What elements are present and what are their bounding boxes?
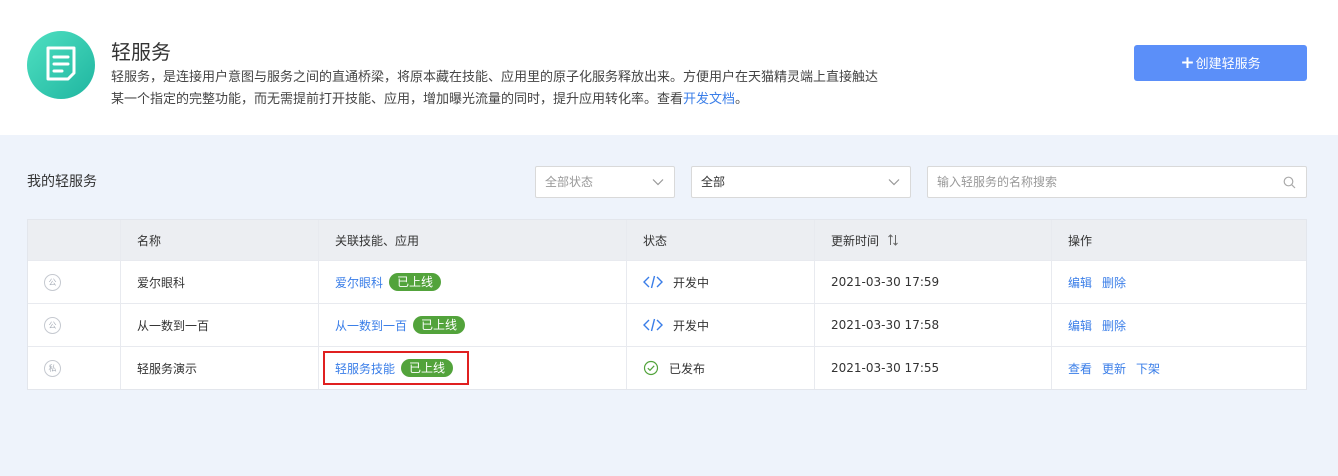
highlighted-linked-group: 轻服务技能 已上线 xyxy=(335,359,454,377)
table-row: 公 爱尔眼科 爱尔眼科 已上线 开发中 2021-03-30 17:59 编辑 … xyxy=(28,260,1306,303)
column-header-actions: 操作 xyxy=(1051,220,1308,260)
chevron-down-icon xyxy=(888,179,900,186)
type-cell: 私 xyxy=(28,347,120,389)
name-cell: 轻服务演示 xyxy=(120,347,318,389)
linked-skill-link[interactable]: 从一数到一百 xyxy=(335,317,407,334)
delete-button[interactable]: 删除 xyxy=(1102,274,1126,291)
linked-skill-link[interactable]: 爱尔眼科 xyxy=(335,274,383,291)
status-filter-value: 全部状态 xyxy=(545,175,594,189)
actions-cell: 查看 更新 下架 xyxy=(1051,347,1308,389)
column-header-updated[interactable]: 更新时间 xyxy=(814,220,1051,260)
edit-button[interactable]: 编辑 xyxy=(1068,317,1092,334)
column-header-linked: 关联技能、应用 xyxy=(318,220,626,260)
public-type-icon: 公 xyxy=(44,316,61,334)
description-suffix: 。 xyxy=(735,92,749,107)
plus-icon: + xyxy=(1180,53,1195,73)
name-cell: 爱尔眼科 xyxy=(120,261,318,303)
delete-button[interactable]: 删除 xyxy=(1102,317,1126,334)
name-cell: 从一数到一百 xyxy=(120,304,318,346)
page-description: 轻服务，是连接用户意图与服务之间的直通桥梁，将原本藏在技能、应用里的原子化服务释… xyxy=(111,67,971,111)
table-header-row: 名称 关联技能、应用 状态 更新时间 操作 xyxy=(28,220,1306,260)
status-cell: 开发中 xyxy=(626,304,814,346)
linked-skill-link[interactable]: 轻服务技能 xyxy=(335,360,395,377)
search-box xyxy=(927,166,1307,198)
page-header: 轻服务 轻服务，是连接用户意图与服务之间的直通桥梁，将原本藏在技能、应用里的原子… xyxy=(0,0,1338,135)
linked-cell: 从一数到一百 已上线 xyxy=(318,304,626,346)
check-circle-icon xyxy=(643,360,659,376)
actions-cell: 编辑 删除 xyxy=(1051,304,1308,346)
create-button-label: 创建轻服务 xyxy=(1195,57,1261,72)
table-row: 私 轻服务演示 轻服务技能 已上线 已发布 2021-03-30 17:55 查… xyxy=(28,346,1306,389)
column-header-type xyxy=(28,220,120,260)
linked-cell: 轻服务技能 已上线 xyxy=(318,347,626,389)
status-text: 开发中 xyxy=(673,318,710,333)
status-cell: 已发布 xyxy=(626,347,814,389)
type-filter-value: 全部 xyxy=(701,175,726,189)
edit-button[interactable]: 编辑 xyxy=(1068,274,1092,291)
online-status-badge: 已上线 xyxy=(389,273,442,291)
private-type-icon: 私 xyxy=(44,359,61,377)
type-filter-select[interactable]: 全部 xyxy=(691,166,911,198)
type-cell: 公 xyxy=(28,261,120,303)
take-offline-button[interactable]: 下架 xyxy=(1136,360,1160,377)
section-title: 我的轻服务 xyxy=(27,174,97,190)
description-line-2: 某一个指定的完整功能，而无需提前打开技能、应用，增加曝光流量的同时，提升应用转化… xyxy=(111,89,971,111)
column-header-updated-label: 更新时间 xyxy=(831,233,880,248)
light-services-table: 名称 关联技能、应用 状态 更新时间 操作 公 爱尔眼科 爱尔眼科 已上线 开发… xyxy=(27,219,1307,390)
status-text: 开发中 xyxy=(673,275,710,290)
chevron-down-icon xyxy=(652,179,664,186)
description-line-2-text: 某一个指定的完整功能，而无需提前打开技能、应用，增加曝光流量的同时，提升应用转化… xyxy=(111,92,684,107)
status-cell: 开发中 xyxy=(626,261,814,303)
page-title: 轻服务 xyxy=(111,40,171,64)
description-line-1: 轻服务，是连接用户意图与服务之间的直通桥梁，将原本藏在技能、应用里的原子化服务释… xyxy=(111,70,879,85)
dev-docs-link[interactable]: 开发文档 xyxy=(683,92,735,107)
column-header-name: 名称 xyxy=(120,220,318,260)
status-text: 已发布 xyxy=(669,361,706,376)
update-button[interactable]: 更新 xyxy=(1102,360,1126,377)
updated-cell: 2021-03-30 17:59 xyxy=(814,261,1051,303)
view-button[interactable]: 查看 xyxy=(1068,360,1092,377)
column-header-status: 状态 xyxy=(626,220,814,260)
sort-icon[interactable] xyxy=(887,234,899,246)
public-type-icon: 公 xyxy=(44,273,61,291)
search-icon[interactable] xyxy=(1283,176,1296,189)
online-status-badge: 已上线 xyxy=(413,316,466,334)
updated-cell: 2021-03-30 17:55 xyxy=(814,347,1051,389)
online-status-badge: 已上线 xyxy=(401,359,454,377)
search-input[interactable] xyxy=(928,167,1258,197)
light-service-logo-icon xyxy=(27,31,95,99)
code-icon xyxy=(643,275,663,289)
table-row: 公 从一数到一百 从一数到一百 已上线 开发中 2021-03-30 17:58… xyxy=(28,303,1306,346)
status-filter-select[interactable]: 全部状态 xyxy=(535,166,675,198)
linked-cell: 爱尔眼科 已上线 xyxy=(318,261,626,303)
updated-cell: 2021-03-30 17:58 xyxy=(814,304,1051,346)
type-cell: 公 xyxy=(28,304,120,346)
actions-cell: 编辑 删除 xyxy=(1051,261,1308,303)
create-light-service-button[interactable]: +创建轻服务 xyxy=(1134,45,1307,81)
code-icon xyxy=(643,318,663,332)
